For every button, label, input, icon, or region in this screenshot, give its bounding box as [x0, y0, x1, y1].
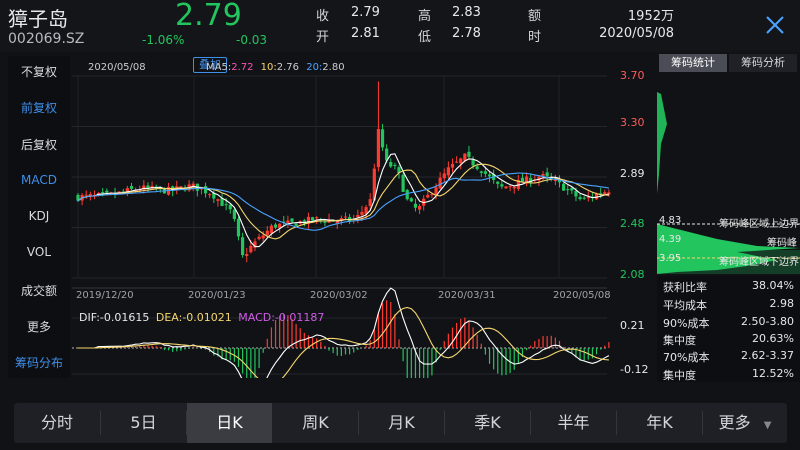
chip-peak-price: 4.39: [659, 234, 682, 245]
price-tick-5: 2.08: [620, 268, 645, 281]
chip-stats: 获利比率 38.04% 平均成本 2.98 90%成本 2.50-3.80 集中…: [657, 276, 800, 382]
tab-yearly-k[interactable]: 年K: [617, 403, 702, 443]
macd-legend: DIF:-0.01615 DEA:-0.01021 MACD:-0.01187: [79, 311, 324, 324]
sidebar-item-kdj[interactable]: KDJ: [8, 209, 70, 223]
close-button[interactable]: [762, 12, 788, 38]
chart-grid: [72, 75, 607, 375]
change-amount: -0.03: [236, 33, 268, 47]
chip-panel: 筹码统计 筹码分析 4.83 筹码峰区域上边界 4.39 筹码峰 3.95 筹码…: [657, 52, 800, 382]
ma20-value: 2.80: [322, 62, 345, 73]
low-label: 低: [418, 30, 432, 45]
tab-intraday[interactable]: 分时: [14, 403, 100, 443]
stat-label: 90%成本: [663, 317, 710, 330]
tab-5day[interactable]: 5日: [101, 403, 186, 443]
ma-lines: [77, 153, 610, 248]
date-tick-3: 2020/03/02: [310, 290, 368, 301]
tab-chip-analysis[interactable]: 筹码分析: [729, 54, 797, 72]
chip-lower-label: 筹码峰区域下边界: [719, 257, 799, 268]
candles: [76, 81, 611, 263]
date-tick-2: 2020/01/23: [188, 290, 246, 301]
open-value: 2.81: [351, 26, 380, 41]
ma5-label: MA5:: [206, 62, 232, 73]
tab-weekly-k[interactable]: 周K: [273, 403, 358, 443]
price-tick-4: 2.48: [620, 217, 645, 230]
stat-value: 2.98: [769, 297, 795, 310]
kline-chart[interactable]: 2020/05/08 叠加 MA5:2.72 10:2.76 20:2.80 3…: [72, 56, 650, 405]
quote-header: [0, 0, 800, 52]
tab-chip-stats[interactable]: 筹码统计: [659, 54, 727, 72]
macd-tick-top: 0.21: [620, 319, 645, 332]
chip-upper-price: 4.83: [659, 215, 682, 226]
ma10-value: 2.76: [276, 62, 300, 73]
ma-legend: MA5:2.72 10:2.76 20:2.80: [206, 62, 345, 73]
date-tick-1: 2019/12/20: [76, 290, 134, 301]
low-value: 2.78: [452, 26, 481, 41]
last-price: 2.79: [175, 0, 242, 33]
stat-label: 获利比率: [663, 281, 707, 294]
price-tick-1: 3.70: [620, 69, 645, 82]
date-tick-4: 2020/03/31: [438, 290, 496, 301]
close-label: 收: [316, 9, 330, 24]
stat-value: 12.52%: [752, 367, 794, 380]
stat-value: 2.50-3.80: [741, 315, 794, 328]
amount-label: 额: [528, 9, 542, 24]
macd-tick-bottom: -0.12: [620, 363, 649, 376]
indicator-sidebar: 不复权 前复权 后复权 MACD KDJ VOL 成交额 更多 筹码分布: [8, 56, 70, 378]
tab-monthly-k[interactable]: 月K: [359, 403, 444, 443]
change-percent: -1.06%: [142, 33, 185, 47]
sidebar-item-vol[interactable]: VOL: [8, 245, 70, 259]
dif-value: DIF:-0.01615: [79, 311, 150, 324]
sidebar-item-chip-distribution[interactable]: 筹码分布: [8, 354, 70, 371]
amount-value: 1952万: [627, 9, 674, 24]
macd-panel: [72, 287, 610, 405]
price-tick-3: 2.89: [620, 167, 645, 180]
stat-value: 2.62-3.37: [741, 349, 794, 362]
stat-value: 38.04%: [752, 279, 794, 292]
close-value: 2.79: [351, 5, 380, 20]
ma20-label: 20:: [306, 62, 323, 73]
sidebar-item-no-adjust[interactable]: 不复权: [8, 63, 70, 80]
tab-more-label: 更多: [718, 413, 751, 432]
chip-lower-price: 3.95: [659, 253, 682, 264]
tab-daily-k[interactable]: 日K: [187, 403, 272, 443]
open-label: 开: [316, 30, 330, 45]
dea-value: DEA:-0.01021: [155, 311, 232, 324]
tab-half-year[interactable]: 半年: [531, 403, 616, 443]
close-icon: [766, 16, 784, 34]
time-label: 时: [528, 30, 542, 45]
stat-label: 集中度: [663, 369, 696, 382]
high-label: 高: [418, 9, 432, 24]
tab-more[interactable]: 更多 ▼: [703, 403, 787, 443]
sidebar-item-turnover[interactable]: 成交额: [8, 282, 70, 299]
macd-value: MACD:-0.01187: [238, 311, 325, 324]
stock-code: 002069.SZ: [8, 31, 85, 47]
kline-svg: [72, 75, 611, 405]
sidebar-item-forward-adjust[interactable]: 前复权: [8, 99, 70, 116]
ma5-value: 2.72: [231, 62, 254, 73]
date-tick-5: 2020/05/08: [553, 290, 611, 301]
stat-label: 平均成本: [663, 299, 707, 312]
high-value: 2.83: [452, 5, 481, 20]
sidebar-item-more[interactable]: 更多: [8, 318, 70, 335]
chip-peak-label: 筹码峰: [767, 238, 797, 249]
period-tab-bar: 分时 5日 日K 周K 月K 季K 半年 年K 更多 ▼: [14, 403, 787, 443]
stat-label: 集中度: [663, 334, 696, 347]
stat-label: 70%成本: [663, 351, 710, 364]
sidebar-item-backward-adjust[interactable]: 后复权: [8, 136, 70, 153]
stat-value: 20.63%: [752, 332, 794, 345]
stock-name: 獐子岛: [8, 7, 68, 31]
time-value: 2020/05/08: [599, 26, 674, 41]
sidebar-item-macd[interactable]: MACD: [8, 173, 70, 187]
chip-upper-label: 筹码峰区域上边界: [719, 219, 799, 230]
chart-date: 2020/05/08: [88, 62, 146, 73]
price-tick-2: 3.30: [620, 116, 645, 129]
chevron-down-icon: ▼: [763, 420, 772, 431]
ma10-label: 10:: [260, 62, 277, 73]
tab-quarterly-k[interactable]: 季K: [445, 403, 530, 443]
